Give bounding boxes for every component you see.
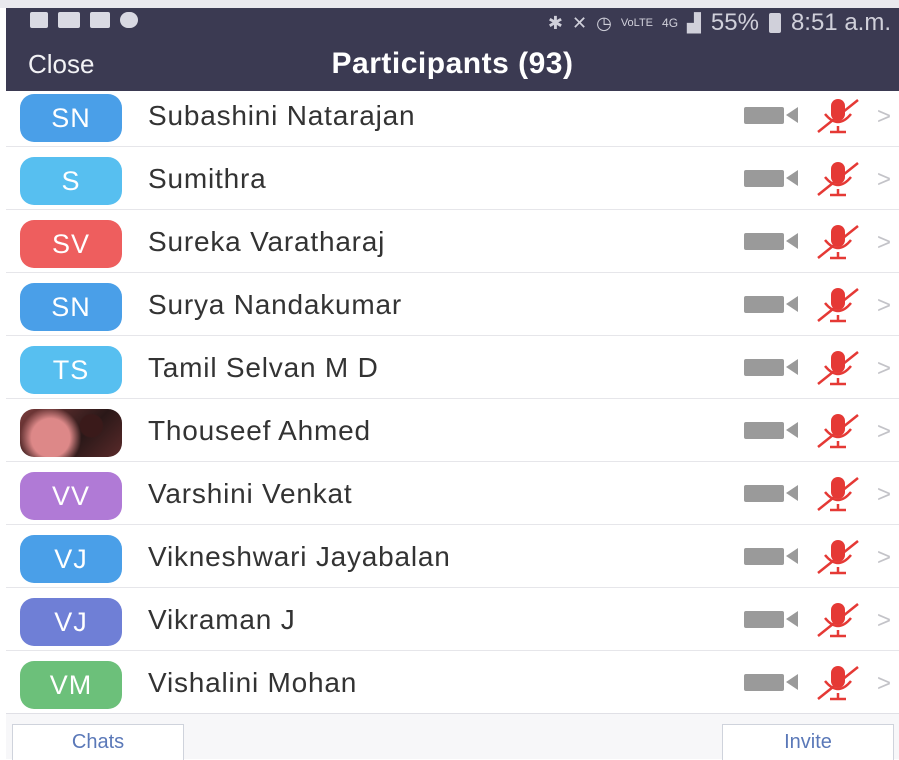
- mic-muted-icon[interactable]: [814, 161, 862, 202]
- participant-name: Vishalini Mohan: [148, 667, 358, 698]
- participant-controls: >: [744, 350, 899, 386]
- avatar: S: [20, 157, 122, 205]
- mic-muted-icon[interactable]: [814, 287, 862, 328]
- mic-muted-icon[interactable]: [814, 665, 862, 706]
- participant-row[interactable]: TS Tamil Selvan M D >: [6, 336, 899, 399]
- chevron-right-icon[interactable]: >: [877, 355, 891, 383]
- chevron-right-icon[interactable]: >: [877, 481, 891, 509]
- chat-icon: [90, 12, 110, 28]
- mute-icon: ✕: [572, 12, 588, 33]
- video-off-icon: [744, 167, 802, 194]
- avatar: [20, 409, 122, 457]
- video-icon: [58, 12, 80, 28]
- participant-controls: >: [744, 98, 899, 134]
- status-right-icons: ✱ ✕ ◷ VoLTE 4G ▟: [548, 13, 701, 34]
- invite-button[interactable]: Invite: [722, 724, 894, 760]
- video-off-icon: [744, 230, 802, 257]
- participant-controls: >: [744, 224, 899, 260]
- bluetooth-icon: ✱: [547, 12, 563, 33]
- video-off-icon: [744, 293, 802, 320]
- status-right: ✱ ✕ ◷ VoLTE 4G ▟ 55% 8:51 a.m.: [548, 8, 891, 38]
- mic-muted-icon[interactable]: [814, 224, 862, 265]
- avatar: VJ: [20, 598, 122, 646]
- participant-row[interactable]: SV Sureka Varatharaj >: [6, 210, 899, 273]
- mic-muted-icon[interactable]: [814, 98, 862, 139]
- chevron-right-icon[interactable]: >: [877, 103, 891, 131]
- participant-row[interactable]: VJ Vikneshwari Jayabalan >: [6, 525, 899, 588]
- video-off-icon: [744, 419, 802, 446]
- header-bar: ✱ ✕ ◷ VoLTE 4G ▟ 55% 8:51 a.m. Close Par…: [6, 8, 899, 91]
- status-bar: ✱ ✕ ◷ VoLTE 4G ▟ 55% 8:51 a.m.: [6, 8, 899, 38]
- chevron-right-icon[interactable]: >: [877, 418, 891, 446]
- participant-row[interactable]: VM Vishalini Mohan >: [6, 651, 899, 714]
- chevron-right-icon[interactable]: >: [877, 544, 891, 572]
- 4g-icon: 4G: [662, 16, 679, 30]
- chevron-right-icon[interactable]: >: [877, 229, 891, 257]
- video-off-icon: [744, 482, 802, 509]
- participant-controls: >: [744, 161, 899, 197]
- mic-muted-icon[interactable]: [814, 350, 862, 391]
- participant-controls: >: [744, 413, 899, 449]
- clock-time: 8:51 a.m.: [790, 9, 891, 36]
- gallery-icon: [30, 12, 48, 28]
- avatar: SV: [20, 220, 122, 268]
- mic-muted-icon[interactable]: [814, 476, 862, 517]
- participant-controls: >: [744, 476, 899, 512]
- video-off-icon: [744, 608, 802, 635]
- top-strip: [0, 0, 899, 8]
- mic-muted-icon[interactable]: [814, 413, 862, 454]
- video-off-icon: [744, 671, 802, 698]
- participant-row[interactable]: S Sumithra >: [6, 147, 899, 210]
- participant-name: Vikraman J: [148, 604, 296, 635]
- participant-row[interactable]: SN Subashini Natarajan >: [6, 84, 899, 147]
- avatar: TS: [20, 346, 122, 394]
- participant-row[interactable]: Thouseef Ahmed >: [6, 399, 899, 462]
- battery-icon: [768, 13, 781, 33]
- participant-row[interactable]: VJ Vikraman J >: [6, 588, 899, 651]
- chevron-right-icon[interactable]: >: [877, 166, 891, 194]
- participant-name: Subashini Natarajan: [148, 100, 416, 131]
- participant-name: Surya Nandakumar: [148, 289, 403, 320]
- avatar: SN: [20, 94, 122, 142]
- volte-icon: VoLTE: [620, 17, 654, 29]
- participant-controls: >: [744, 287, 899, 323]
- avatar: VM: [20, 661, 122, 709]
- participant-controls: >: [744, 602, 899, 638]
- participant-name: Sumithra: [148, 163, 267, 194]
- footer-bar: Chats Invite: [6, 713, 899, 760]
- alarm-icon: ◷: [596, 12, 612, 33]
- participant-row[interactable]: VV Varshini Venkat >: [6, 462, 899, 525]
- participant-name: Varshini Venkat: [148, 478, 353, 509]
- whatsapp-icon: [120, 12, 138, 28]
- mic-muted-icon[interactable]: [814, 602, 862, 643]
- avatar: VV: [20, 472, 122, 520]
- chats-button[interactable]: Chats: [12, 724, 184, 760]
- video-off-icon: [744, 356, 802, 383]
- chevron-right-icon[interactable]: >: [877, 292, 891, 320]
- participant-controls: >: [744, 665, 899, 701]
- participant-name: Vikneshwari Jayabalan: [148, 541, 451, 572]
- video-off-icon: [744, 545, 802, 572]
- signal-icon: ▟: [687, 12, 701, 33]
- avatar: VJ: [20, 535, 122, 583]
- avatar: SN: [20, 283, 122, 331]
- chevron-right-icon[interactable]: >: [877, 670, 891, 698]
- chevron-right-icon[interactable]: >: [877, 607, 891, 635]
- participant-name: Tamil Selvan M D: [148, 352, 379, 383]
- battery-text: 55%: [710, 9, 759, 36]
- page-title: Participants (93): [331, 47, 574, 80]
- participant-controls: >: [744, 539, 899, 575]
- mic-muted-icon[interactable]: [814, 539, 862, 580]
- video-off-icon: [744, 104, 802, 131]
- participant-name: Thouseef Ahmed: [148, 415, 371, 446]
- participant-row[interactable]: SN Surya Nandakumar >: [6, 273, 899, 336]
- participant-name: Sureka Varatharaj: [148, 226, 386, 257]
- status-left-icons: [30, 12, 138, 28]
